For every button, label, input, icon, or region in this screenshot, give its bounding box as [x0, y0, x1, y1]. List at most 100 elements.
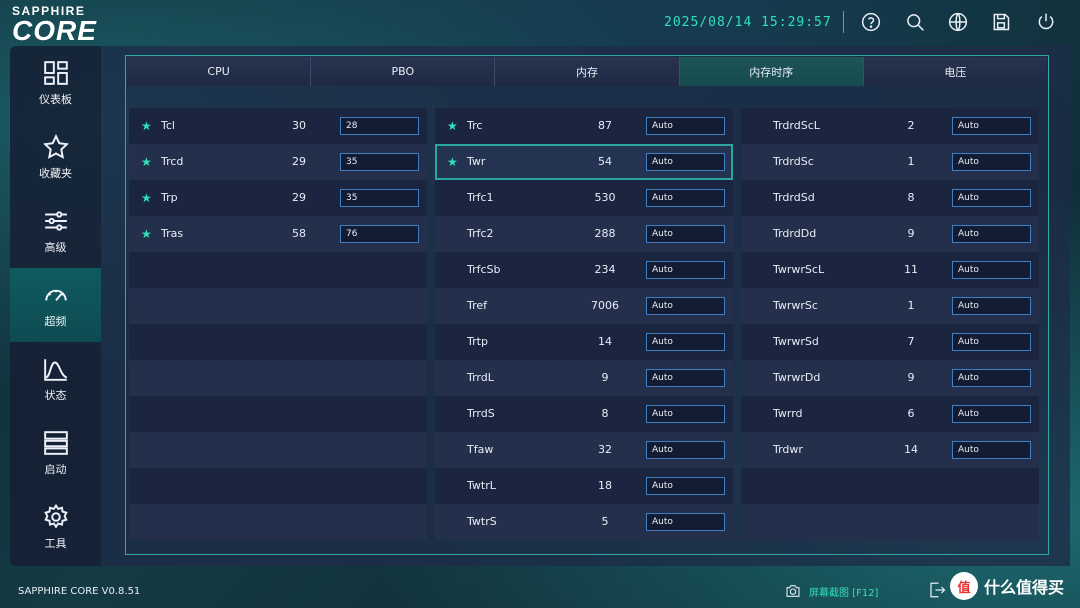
timing-value-input[interactable]	[952, 333, 1031, 351]
timing-name: TwrwrScL	[773, 263, 825, 276]
timing-value-input[interactable]	[646, 117, 725, 135]
timing-value-input[interactable]	[952, 405, 1031, 423]
sidebar-item-label: 收藏夹	[39, 166, 72, 180]
help-icon[interactable]	[861, 12, 881, 32]
exit-icon[interactable]	[928, 581, 946, 599]
sidebar: 仪表板 收藏夹 高级 超频 状态 启动 工具	[10, 46, 101, 566]
tab-memory[interactable]: 内存	[495, 57, 680, 86]
camera-icon	[786, 585, 800, 597]
timing-current-value: 18	[598, 479, 612, 492]
timing-current-value: 1	[907, 299, 915, 312]
timing-current-value: 9	[601, 371, 609, 384]
timing-value-input[interactable]	[646, 189, 725, 207]
timing-row: Tfaw 32	[435, 432, 733, 468]
screenshot-label: 屏幕截图 [F12]	[809, 587, 879, 599]
version-label: SAPPHIRE CORE V0.8.51	[18, 586, 141, 597]
tab-cpu[interactable]: CPU	[127, 57, 312, 86]
timing-value-input[interactable]	[646, 513, 725, 531]
brand-logo: SAPPHIRE CORE	[12, 4, 132, 45]
timing-value-input[interactable]	[952, 153, 1031, 171]
timing-value-input[interactable]	[646, 441, 725, 459]
main-panel: CPU PBO 内存 内存时序 电压 ★Tcl30★Trcd29★Trp29★T…	[101, 46, 1070, 566]
timing-current-value: 2	[907, 119, 915, 132]
timing-value-input[interactable]	[952, 189, 1031, 207]
timing-row: TrrdL 9	[435, 360, 733, 396]
timing-value-input[interactable]	[952, 261, 1031, 279]
timing-name: TrdrdDd	[773, 227, 817, 240]
sidebar-item-label: 状态	[44, 388, 67, 402]
sidebar-item-tools[interactable]: 工具	[10, 490, 101, 564]
search-icon[interactable]	[905, 12, 925, 32]
timing-current-value: 288	[594, 227, 616, 240]
timing-current-value: 87	[598, 119, 612, 132]
tab-bar: CPU PBO 内存 内存时序 电压	[127, 57, 1048, 86]
timing-name: TrrdL	[467, 371, 494, 384]
empty-row	[741, 504, 1039, 540]
power-icon[interactable]	[1036, 12, 1056, 32]
star-icon	[42, 133, 69, 159]
favorite-star-icon[interactable]: ★	[141, 227, 152, 241]
timing-current-value: 6	[907, 407, 915, 420]
timing-value-input[interactable]	[646, 261, 725, 279]
favorite-star-icon[interactable]: ★	[447, 119, 458, 133]
timing-row: TwtrS 5	[435, 504, 733, 540]
favorite-star-icon[interactable]: ★	[447, 155, 458, 169]
sidebar-item-label: 启动	[44, 462, 67, 476]
timing-current-value: 29	[292, 191, 306, 204]
timing-current-value: 11	[904, 263, 918, 276]
timing-value-input[interactable]	[952, 297, 1031, 315]
timing-row: Trfc1 530	[435, 180, 733, 216]
sidebar-item-label: 工具	[44, 536, 67, 550]
timing-current-value: 234	[594, 263, 616, 276]
timing-value-input[interactable]	[340, 225, 419, 243]
timing-current-value: 30	[292, 119, 306, 132]
timing-row: TrdrdScL 2	[741, 108, 1039, 144]
timing-value-input[interactable]	[952, 369, 1031, 387]
sidebar-item-status[interactable]: 状态	[10, 342, 101, 416]
timing-value-input[interactable]	[646, 153, 725, 171]
sidebar-item-overclock[interactable]: 超频	[10, 268, 101, 342]
sidebar-item-advanced[interactable]: 高级	[10, 194, 101, 268]
timing-value-input[interactable]	[646, 405, 725, 423]
save-icon[interactable]	[991, 12, 1011, 32]
timing-current-value: 8	[601, 407, 609, 420]
timing-row: ★ Tras 58	[129, 216, 427, 252]
globe-icon[interactable]	[948, 12, 968, 32]
empty-row	[129, 396, 427, 432]
timing-name: Twrrd	[773, 407, 803, 420]
timing-row: ★ Trc 87	[435, 108, 733, 144]
timing-value-input[interactable]	[646, 297, 725, 315]
tab-voltage[interactable]: 电压	[863, 57, 1048, 86]
timing-row: ★ Trcd 29	[129, 144, 427, 180]
sidebar-item-dashboard[interactable]: 仪表板	[10, 46, 101, 120]
timing-name: Tcl	[161, 119, 175, 132]
timing-name: Twr	[467, 155, 486, 168]
favorite-star-icon[interactable]: ★	[141, 119, 152, 133]
timing-row: TwtrL 18	[435, 468, 733, 504]
timing-name: Trcd	[161, 155, 184, 168]
favorite-star-icon[interactable]: ★	[141, 191, 152, 205]
empty-row	[129, 432, 427, 468]
timing-row: TrdrdSd 8	[741, 180, 1039, 216]
timing-value-input[interactable]	[646, 333, 725, 351]
timing-value-input[interactable]	[340, 117, 419, 135]
timing-value-input[interactable]	[952, 225, 1031, 243]
timing-name: TwtrS	[467, 515, 497, 528]
timing-value-input[interactable]	[340, 189, 419, 207]
sidebar-item-favorites[interactable]: 收藏夹	[10, 120, 101, 194]
timing-name: TwrwrDd	[773, 371, 821, 384]
timing-current-value: 9	[907, 371, 915, 384]
screenshot-button[interactable]: 屏幕截图 [F12]	[785, 583, 878, 599]
tab-memory-timings[interactable]: 内存时序	[679, 57, 864, 86]
favorite-star-icon[interactable]: ★	[141, 155, 152, 169]
chart-icon	[43, 358, 67, 381]
header-divider	[843, 11, 844, 33]
timing-value-input[interactable]	[952, 441, 1031, 459]
sidebar-item-boot[interactable]: 启动	[10, 416, 101, 490]
timing-value-input[interactable]	[952, 117, 1031, 135]
timing-value-input[interactable]	[340, 153, 419, 171]
timing-value-input[interactable]	[646, 369, 725, 387]
tab-pbo[interactable]: PBO	[311, 57, 496, 86]
timing-value-input[interactable]	[646, 225, 725, 243]
timing-value-input[interactable]	[646, 477, 725, 495]
